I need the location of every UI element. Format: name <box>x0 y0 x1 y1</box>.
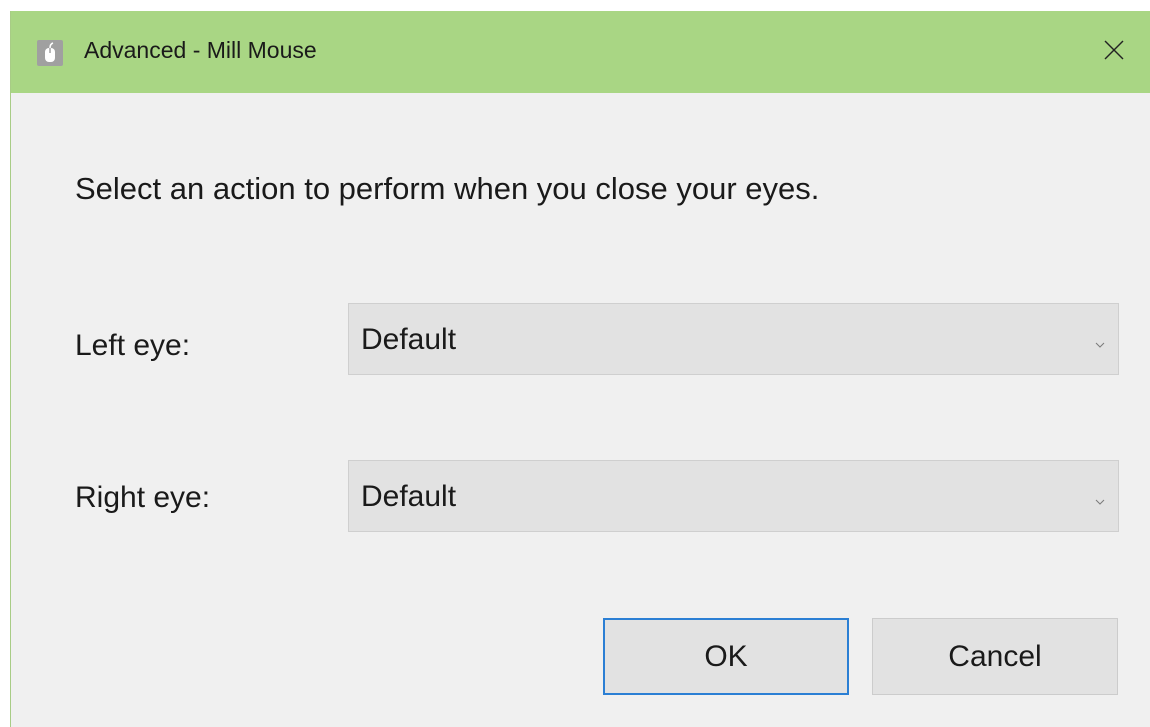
instruction-text: Select an action to perform when you clo… <box>75 171 820 206</box>
chevron-down-icon <box>1095 335 1105 353</box>
right-eye-dropdown[interactable]: Default <box>348 460 1119 532</box>
window-title: Advanced - Mill Mouse <box>84 37 317 63</box>
chevron-down-icon <box>1095 492 1105 510</box>
close-icon <box>1102 38 1126 67</box>
title-bar[interactable]: Advanced - Mill Mouse <box>11 11 1150 93</box>
left-eye-selected-value: Default <box>361 323 457 356</box>
right-eye-selected-value: Default <box>361 480 457 513</box>
dialog-window: Advanced - Mill Mouse Select an action t… <box>10 11 1150 727</box>
left-eye-dropdown[interactable]: Default <box>348 303 1119 375</box>
cancel-button[interactable]: Cancel <box>872 618 1118 695</box>
close-button[interactable] <box>1077 11 1150 93</box>
left-eye-label: Left eye: <box>75 329 191 362</box>
ok-button[interactable]: OK <box>603 618 849 695</box>
right-eye-label: Right eye: <box>75 481 211 514</box>
mouse-icon <box>37 40 63 66</box>
